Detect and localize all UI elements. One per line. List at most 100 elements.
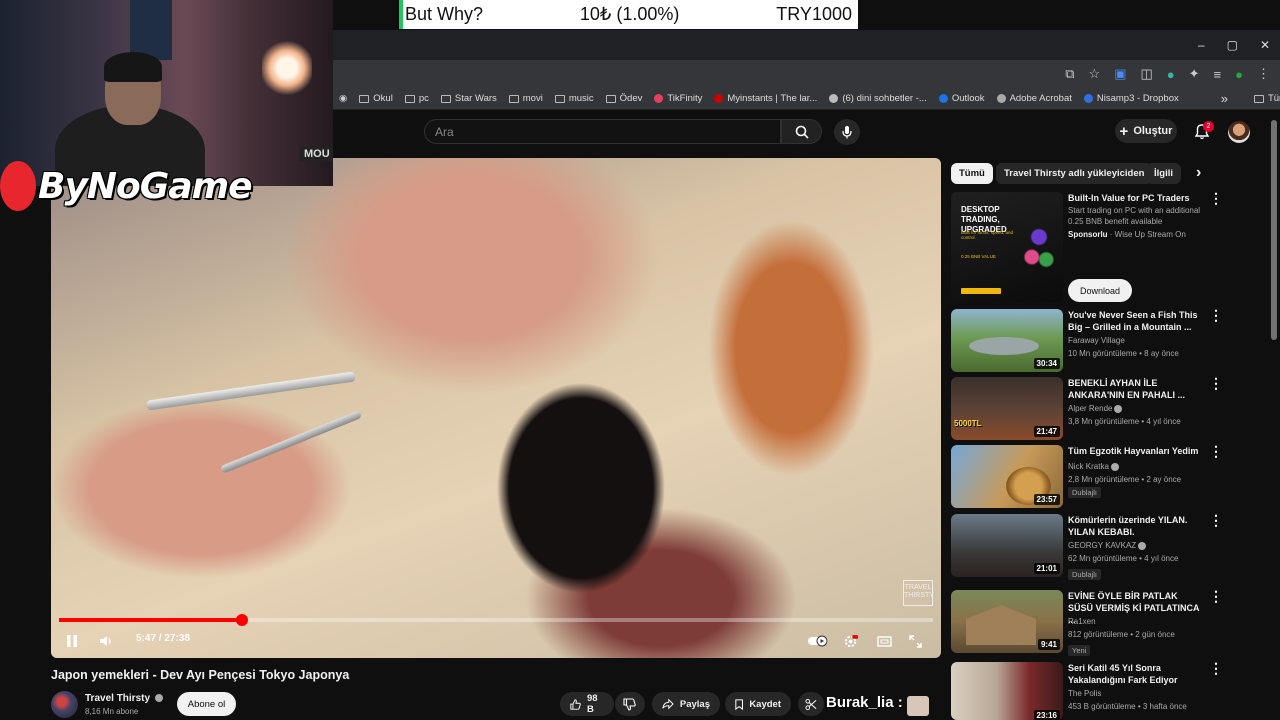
media-control-icon[interactable]: ≡ (1214, 67, 1222, 82)
channel-name[interactable]: The Polis (1068, 689, 1101, 698)
recommendation-item[interactable]: 23:16 Seri Katil 45 Yıl Sonra Yakalandığ… (951, 661, 1261, 720)
folder-icon (1253, 94, 1264, 103)
thumbs-down-icon (623, 697, 636, 711)
video-title: Tüm Egzotik Hayvanları Yedim (1068, 446, 1199, 456)
window-controls: – ▢ ✕ (1198, 30, 1280, 60)
more-options-icon[interactable]: ⋮ (1209, 513, 1223, 530)
bookmark-star-icon[interactable]: ☆ (1089, 66, 1101, 82)
recommendation-item[interactable]: 23:57 Tüm Egzotik Hayvanları Yedim Nick … (951, 444, 1261, 511)
channel-watermark[interactable]: TRAVEL THIRSTY (903, 580, 934, 606)
search-input[interactable]: Ara (424, 119, 781, 144)
chip-from-uploader[interactable]: Travel Thirsty adlı yükleyiciden (996, 163, 1153, 184)
chat-overlay-message: Burak_lia : (826, 694, 903, 711)
chip-related[interactable]: İlgili (1146, 163, 1181, 184)
search-button[interactable] (781, 119, 822, 144)
bookmark-music[interactable]: music (554, 93, 594, 104)
lamp-light (262, 38, 312, 98)
video-thumbnail[interactable]: 30:34 (951, 309, 1063, 372)
bookmark-pc[interactable]: pc (404, 93, 429, 104)
subscribe-button[interactable]: Abone ol (177, 692, 236, 716)
ad-thumbnail-value: 0.25 BNB VALUE (961, 254, 996, 259)
save-button[interactable]: Kaydet (725, 692, 791, 716)
page-scrollbar[interactable] (1271, 120, 1277, 340)
bookmarks-bar: ◉ Okul pc Star Wars movi music Ödev TikF… (333, 88, 1280, 110)
ad-download-button[interactable]: Download (1068, 279, 1132, 302)
chip-all[interactable]: Tümü (951, 163, 993, 184)
autoplay-toggle[interactable] (806, 630, 830, 652)
banner-name: But Why? (405, 4, 484, 24)
more-options-icon[interactable]: ⋮ (1209, 589, 1223, 606)
account-avatar[interactable] (1228, 121, 1250, 143)
video-thumbnail[interactable]: 5000TL 21:47 (951, 377, 1063, 440)
channel-avatar[interactable] (51, 691, 78, 718)
bookmarks-overflow-button[interactable]: » (1221, 91, 1228, 106)
channel-name[interactable]: Faraway Village (1068, 336, 1125, 345)
progress-scrubber[interactable] (235, 614, 248, 626)
create-button[interactable]: + Oluştur (1115, 119, 1177, 143)
dislike-button[interactable] (615, 692, 645, 716)
more-options-icon[interactable]: ⋮ (1209, 376, 1223, 393)
settings-button[interactable] (839, 630, 861, 652)
video-thumbnail[interactable]: 9:41 (951, 590, 1063, 653)
bookmark-dini-sohbetler[interactable]: (6) dini sohbetler -... (829, 93, 927, 104)
bookmark-tikfinity[interactable]: TikFinity (654, 93, 702, 104)
site-icon[interactable]: ◉ (339, 93, 347, 104)
clip-button[interactable] (798, 692, 824, 716)
like-button[interactable]: 98 B (560, 692, 614, 716)
more-options-icon[interactable]: ⋮ (1209, 444, 1223, 461)
video-player[interactable]: TRAVEL THIRSTY 5:47 / 27:38 (51, 158, 941, 658)
progress-bar[interactable] (59, 614, 933, 626)
volume-button[interactable] (95, 630, 117, 652)
ad-thumbnail[interactable]: DESKTOP TRADING, UPGRADED Built for focu… (951, 192, 1063, 302)
recommendation-item[interactable]: 5000TL 21:47 BENEKLİ AYHAN İLE ANKARA'NI… (951, 376, 1261, 443)
maximize-button[interactable]: ▢ (1227, 38, 1238, 52)
vpn-extension-icon[interactable]: ● (1167, 67, 1175, 82)
more-options-icon[interactable]: ⋮ (1209, 191, 1223, 208)
bookmark-odev[interactable]: Ödev (605, 93, 642, 104)
bookmark-myinstants[interactable]: Myinstants | The lar... (714, 93, 817, 104)
pause-button[interactable] (63, 630, 81, 652)
channel-name[interactable]: Travel Thirsty (85, 693, 163, 704)
scissors-icon (805, 698, 817, 710)
recommendation-item[interactable]: 21:01 Kömürlerin üzerinde YILAN. YILAN K… (951, 513, 1261, 580)
video-thumbnail[interactable]: 23:57 (951, 445, 1063, 508)
recommendation-item[interactable]: 9:41 EVİNE ÖYLE BİR PATLAK SÜSÜ VERMİŞ K… (951, 589, 1261, 656)
channel-name[interactable]: GEORGY KAVKAZ (1068, 541, 1147, 550)
ad-thumbnail-button (961, 288, 1001, 294)
sponsored-ad[interactable]: DESKTOP TRADING, UPGRADED Built for focu… (951, 191, 1261, 307)
recommendation-item[interactable]: 30:34 You've Never Seen a Fish This Big … (951, 308, 1261, 375)
browser-menu-icon[interactable]: ⋮ (1257, 66, 1270, 82)
bookmark-movi[interactable]: movi (508, 93, 543, 104)
thumbnail-price-tag: 5000TL (954, 419, 982, 428)
fullscreen-button[interactable] (904, 630, 926, 652)
profile-icon[interactable]: ● (1235, 67, 1243, 82)
more-options-icon[interactable]: ⋮ (1209, 308, 1223, 325)
more-options-icon[interactable]: ⋮ (1209, 661, 1223, 678)
close-window-button[interactable]: ✕ (1260, 38, 1270, 52)
extensions-puzzle-icon[interactable]: ✦ (1189, 66, 1200, 82)
minimize-button[interactable]: – (1198, 38, 1205, 52)
voice-search-button[interactable] (834, 119, 860, 145)
dropbox-icon (1083, 94, 1093, 103)
microphone-icon (842, 126, 852, 139)
all-bookmarks-button[interactable]: Tüm Yer İşaretleri (1253, 93, 1280, 104)
install-app-icon[interactable]: ⧉ (1065, 66, 1074, 82)
channel-name[interactable]: Nick Kratka (1068, 462, 1119, 471)
bookmark-nisamp3[interactable]: Nisamp3 - Dropbox (1083, 93, 1179, 104)
channel-name[interactable]: Ra1xen (1068, 617, 1096, 626)
video-thumbnail[interactable]: 21:01 (951, 514, 1063, 577)
channel-name[interactable]: Alper Rende (1068, 404, 1123, 413)
gear-icon (844, 634, 858, 647)
theater-mode-button[interactable] (873, 630, 895, 652)
bookmark-star-wars[interactable]: Star Wars (440, 93, 497, 104)
bookmark-outlook[interactable]: Outlook (938, 93, 985, 104)
bookmark-okul[interactable]: Okul (359, 93, 393, 104)
stream-logo: ByNoGame (0, 160, 253, 212)
translate-extension-icon[interactable]: ▣ (1114, 66, 1126, 82)
extension-icon[interactable]: ◫ (1140, 66, 1152, 82)
autoplay-toggle-icon (808, 635, 828, 647)
video-thumbnail[interactable]: 23:16 (951, 662, 1063, 720)
bookmark-adobe-acrobat[interactable]: Adobe Acrobat (996, 93, 1072, 104)
share-button[interactable]: Paylaş (652, 692, 720, 716)
chips-next-arrow-icon[interactable]: › (1196, 164, 1201, 182)
